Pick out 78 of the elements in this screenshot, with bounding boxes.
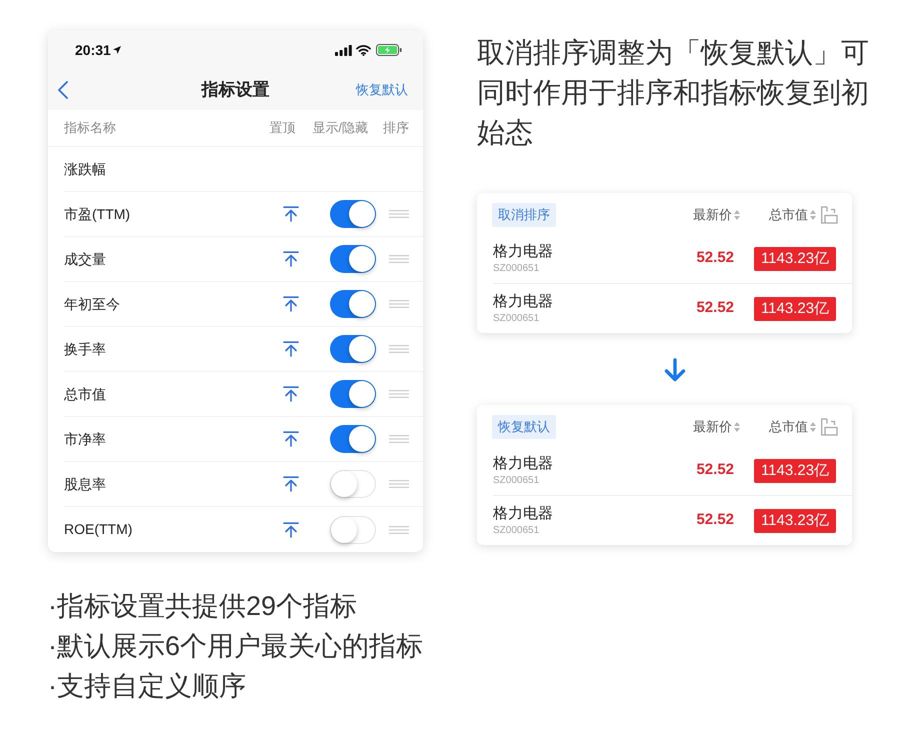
battery-icon [376, 44, 402, 56]
column-header: 指标名称 [64, 119, 116, 138]
location-arrow-icon [112, 46, 121, 54]
indicator-name: 市盈(TTM) [64, 204, 130, 224]
drag-handle-icon[interactable] [389, 210, 409, 218]
pin-to-top-icon[interactable] [283, 206, 299, 222]
stock-code: SZ000651 [493, 474, 540, 488]
pin-to-top-icon[interactable] [283, 431, 299, 447]
drag-handle-icon[interactable] [389, 345, 409, 353]
drag-handle-icon[interactable] [389, 526, 409, 534]
stock-name: 格力电器 [493, 242, 554, 262]
market-cap-value: 1143.23亿 [754, 296, 836, 320]
indicator-name: ROE(TTM) [64, 520, 132, 539]
sort-icon[interactable] [810, 422, 816, 432]
drag-handle-icon[interactable] [389, 300, 409, 308]
toggle-switch[interactable] [330, 200, 376, 228]
toggle-switch[interactable] [330, 516, 376, 544]
column-header[interactable]: 总市值 [769, 416, 808, 436]
pin-to-top-icon[interactable] [283, 341, 299, 357]
pin-to-top-icon[interactable] [283, 476, 299, 492]
overlapping-rectangles-icon[interactable] [820, 418, 838, 436]
pin-to-top-icon[interactable] [283, 522, 299, 538]
restore-default-link[interactable]: 恢复默认 [356, 80, 408, 100]
drag-handle-icon[interactable] [389, 255, 409, 263]
toggle-switch[interactable] [330, 425, 376, 453]
toggle-switch[interactable] [330, 245, 376, 273]
pin-to-top-icon[interactable] [283, 251, 299, 267]
indicator-name: 成交量 [64, 250, 106, 268]
toggle-switch[interactable] [330, 380, 376, 408]
sort-icon[interactable] [810, 210, 816, 220]
market-cap-value: 1143.23亿 [754, 508, 836, 532]
indicator-name: 年初至今 [64, 294, 120, 314]
column-header[interactable]: 总市值 [769, 204, 808, 224]
pin-to-top-icon[interactable] [283, 296, 299, 312]
indicator-name: 换手率 [64, 340, 106, 358]
stock-code: SZ000651 [493, 524, 540, 538]
pin-to-top-icon[interactable] [283, 386, 299, 402]
toggle-switch[interactable] [330, 290, 376, 318]
overlapping-rectangles-icon[interactable] [820, 206, 838, 224]
back-icon[interactable] [57, 81, 68, 99]
indicator-name: 市净率 [64, 430, 106, 448]
down-arrow-icon [664, 358, 686, 382]
indicator-name: 总市值 [64, 384, 106, 404]
stock-name: 格力电器 [493, 292, 554, 312]
market-cap-value: 1143.23亿 [754, 458, 836, 482]
indicator-name: 股息率 [64, 474, 106, 494]
sort-icon[interactable] [734, 422, 740, 432]
price-value: 52.52 [696, 510, 734, 530]
signal-icon [335, 44, 352, 56]
price-value: 52.52 [696, 460, 734, 480]
sort-icon[interactable] [734, 210, 740, 220]
sort-mode-button[interactable]: 恢复默认 [492, 414, 556, 438]
column-header: 显示/隐藏 [312, 119, 368, 138]
drag-handle-icon[interactable] [389, 480, 409, 488]
page-title: 指标设置 [202, 79, 270, 102]
indicator-name: 涨跌幅 [64, 160, 106, 178]
note-line: ·默认展示6个用户最关心的指标 [48, 630, 424, 663]
column-header: 置顶 [269, 119, 296, 138]
note-line: ·指标设置共提供29个指标 [48, 590, 358, 623]
toggle-switch[interactable] [330, 335, 376, 363]
status-time: 20:31 [75, 40, 111, 60]
column-header: 排序 [383, 119, 409, 138]
column-header[interactable]: 最新价 [693, 204, 732, 224]
price-value: 52.52 [696, 298, 734, 318]
stock-name: 格力电器 [493, 504, 554, 524]
toggle-switch[interactable] [330, 470, 376, 498]
description-heading: 取消排序调整为「恢复默认」可同时作用于排序和指标恢复到初始态 [477, 36, 870, 150]
column-header[interactable]: 最新价 [693, 416, 732, 436]
stock-code: SZ000651 [493, 262, 540, 276]
stock-name: 格力电器 [493, 454, 554, 474]
market-cap-value: 1143.23亿 [754, 246, 836, 270]
drag-handle-icon[interactable] [389, 390, 409, 398]
sort-mode-button[interactable]: 取消排序 [492, 202, 556, 226]
drag-handle-icon[interactable] [389, 435, 409, 443]
price-value: 52.52 [696, 248, 734, 268]
wifi-icon [356, 44, 371, 56]
note-line: ·支持自定义顺序 [48, 670, 247, 703]
stock-code: SZ000651 [493, 312, 540, 326]
